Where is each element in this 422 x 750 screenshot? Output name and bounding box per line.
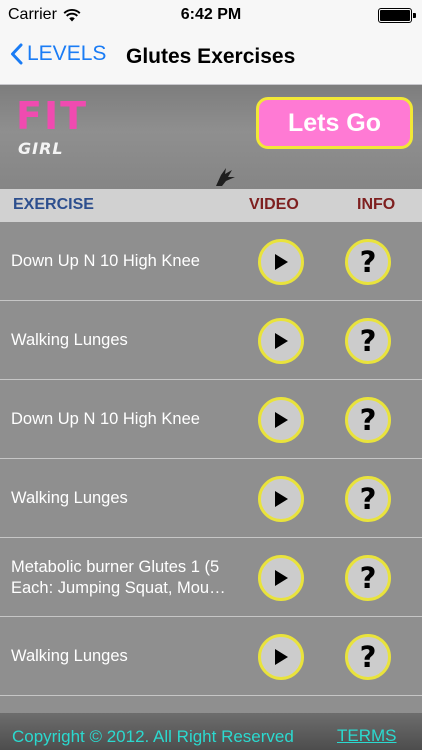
exercise-row[interactable]: Metabolic burner Glutes 1 (5 Each: Jumpi… <box>0 538 422 617</box>
question-mark-icon: ? <box>359 245 377 279</box>
logo-girl-text: GIRL <box>18 139 64 158</box>
terms-link[interactable]: TERMS <box>337 726 397 746</box>
navigation-bar: LEVELS Glutes Exercises <box>0 30 422 85</box>
question-mark-icon: ? <box>359 324 377 358</box>
play-video-button[interactable] <box>258 239 304 285</box>
play-video-button[interactable] <box>258 634 304 680</box>
column-exercise: EXERCISE <box>13 196 94 213</box>
exercise-name: Down Up N 10 High Knee <box>11 252 200 270</box>
play-icon <box>275 254 288 270</box>
question-mark-icon: ? <box>359 482 377 516</box>
exercise-name: Down Up N 10 High Knee <box>11 410 200 428</box>
play-video-button[interactable] <box>258 397 304 443</box>
question-mark-icon: ? <box>359 561 377 595</box>
question-mark-icon: ? <box>359 640 377 674</box>
info-button[interactable]: ? <box>345 476 391 522</box>
exercise-list: Down Up N 10 High Knee ? Walking Lunges … <box>0 222 422 713</box>
banner-decoration <box>216 168 235 186</box>
play-icon <box>275 570 288 586</box>
status-time: 6:42 PM <box>180 6 242 23</box>
exercise-row[interactable]: Walking Lunges ? <box>0 301 422 380</box>
info-button[interactable]: ? <box>345 397 391 443</box>
column-info: INFO <box>357 196 396 213</box>
footer: Copyright © 2012. All Right Reserved TER… <box>0 713 422 750</box>
back-button[interactable]: LEVELS <box>10 42 106 66</box>
exercise-row[interactable]: Walking Lunges ? <box>0 617 422 696</box>
lets-go-button[interactable]: Lets Go <box>256 97 413 149</box>
chevron-left-icon <box>11 43 23 65</box>
play-icon <box>275 649 288 665</box>
play-icon <box>275 333 288 349</box>
play-icon <box>275 491 288 507</box>
battery-nub <box>413 13 416 18</box>
exercise-name: Walking Lunges <box>11 647 128 665</box>
exercise-row[interactable]: Walking Lunges ? <box>0 459 422 538</box>
page-title: Glutes Exercises <box>126 45 296 68</box>
info-button[interactable]: ? <box>345 634 391 680</box>
battery-fill <box>380 10 410 21</box>
battery-icon <box>378 8 416 23</box>
info-button[interactable]: ? <box>345 555 391 601</box>
play-video-button[interactable] <box>258 555 304 601</box>
info-button[interactable]: ? <box>345 239 391 285</box>
play-video-button[interactable] <box>258 318 304 364</box>
exercise-row[interactable]: Down Up N 10 High Knee ? <box>0 222 422 301</box>
column-video: VIDEO <box>249 196 299 213</box>
fit-girl-logo: FIT GIRL <box>16 97 96 167</box>
banner: FIT GIRL Lets Go <box>0 85 422 189</box>
exercise-name: Walking Lunges <box>11 489 128 507</box>
copyright-text: Copyright © 2012. All Right Reserved <box>12 727 294 746</box>
exercise-name: Walking Lunges <box>11 331 128 349</box>
exercise-row[interactable]: Down Up N 10 High Knee ? <box>0 380 422 459</box>
column-header: EXERCISE VIDEO INFO <box>0 189 422 222</box>
status-bar: Carrier 6:42 PM <box>0 0 422 30</box>
back-label: LEVELS <box>27 42 107 65</box>
logo-fit-text: FIT <box>16 94 89 138</box>
exercise-name: Metabolic burner Glutes 1 (5 Each: Jumpi… <box>11 557 226 597</box>
info-button[interactable]: ? <box>345 318 391 364</box>
play-icon <box>275 412 288 428</box>
question-mark-icon: ? <box>359 403 377 437</box>
play-video-button[interactable] <box>258 476 304 522</box>
